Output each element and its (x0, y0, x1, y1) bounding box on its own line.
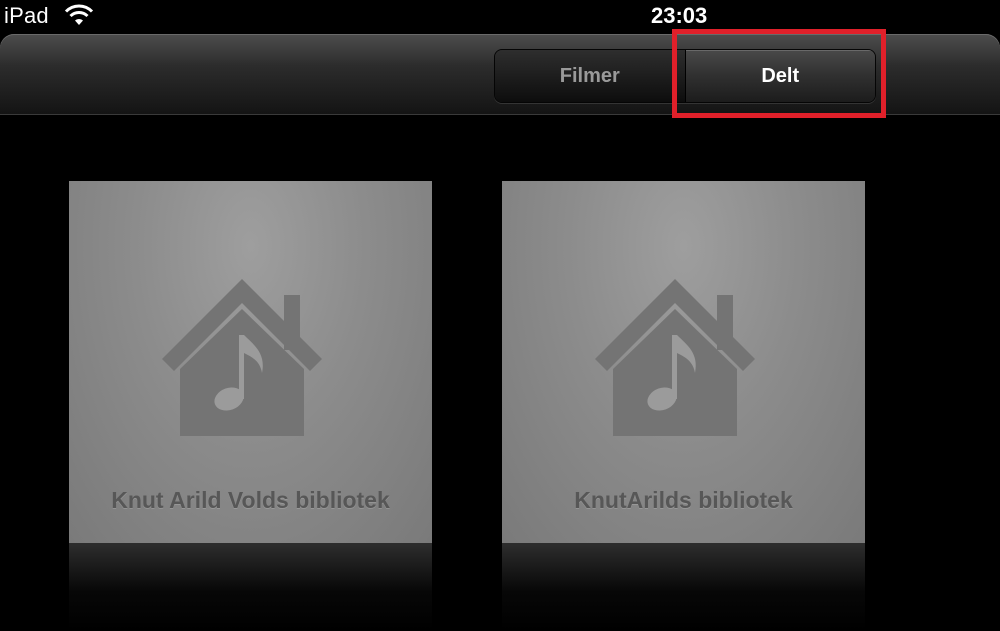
tab-delt[interactable]: Delt (685, 50, 875, 102)
library-name: Knut Arild Volds bibliotek (111, 487, 390, 513)
library-tile-2[interactable]: KnutArilds bibliotek (502, 181, 865, 543)
home-sharing-music-icon (595, 279, 755, 436)
ipad-screen: iPad 23:03 Filmer Delt Knut Arild Volds … (0, 0, 1000, 631)
library-tile-1[interactable]: Knut Arild Volds bibliotek (69, 181, 432, 543)
tab-filmer-label: Filmer (559, 64, 620, 87)
device-name: iPad (4, 3, 49, 28)
tile-reflection (502, 543, 865, 631)
home-sharing-music-icon (162, 279, 322, 436)
status-bar: iPad 23:03 (0, 0, 1000, 34)
wifi-icon (64, 4, 94, 25)
tab-filmer[interactable]: Filmer (495, 50, 686, 102)
tab-delt-label: Delt (761, 64, 800, 87)
library-name: KnutArilds bibliotek (574, 487, 793, 513)
toolbar: Filmer Delt (0, 34, 1000, 115)
segmented-control: Filmer Delt (494, 49, 876, 103)
status-time: 23:03 (651, 3, 708, 28)
tile-reflection (69, 543, 432, 631)
